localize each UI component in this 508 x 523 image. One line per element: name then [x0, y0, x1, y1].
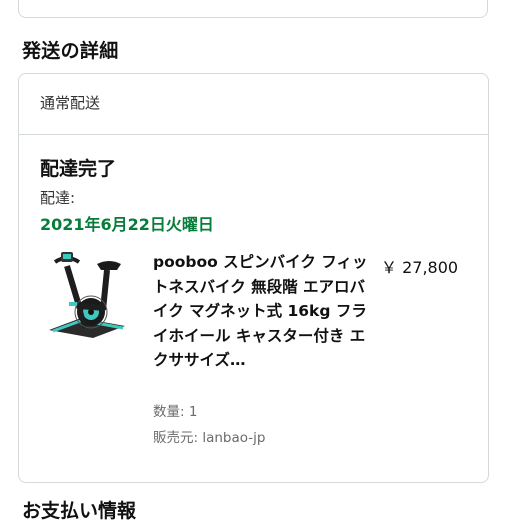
product-seller: 販売元: lanbao-jp [153, 430, 266, 446]
delivery-status: 配達完了 [40, 158, 117, 180]
product-quantity: 数量: 1 [153, 404, 198, 420]
delivery-date: 2021年6月22日火曜日 [40, 215, 214, 234]
product-title-link[interactable]: pooboo スピンバイク フィットネスバイク 無段階 エアロバイク マグネット… [153, 250, 373, 373]
shipping-method: 通常配送 [19, 74, 488, 135]
shipping-details-heading: 発送の詳細 [22, 40, 119, 62]
previous-section-card [18, 0, 488, 18]
spin-bike-image-icon [49, 252, 125, 338]
product-thumbnail[interactable] [45, 246, 129, 342]
payment-info-heading: お支払い情報 [22, 500, 137, 522]
shipping-details-card: 通常配送 配達完了 配達: 2021年6月22日火曜日 pooboo スピンバイ… [18, 73, 489, 483]
delivery-label: 配達: [40, 189, 76, 207]
product-price: ￥ 27,800 [381, 258, 459, 277]
